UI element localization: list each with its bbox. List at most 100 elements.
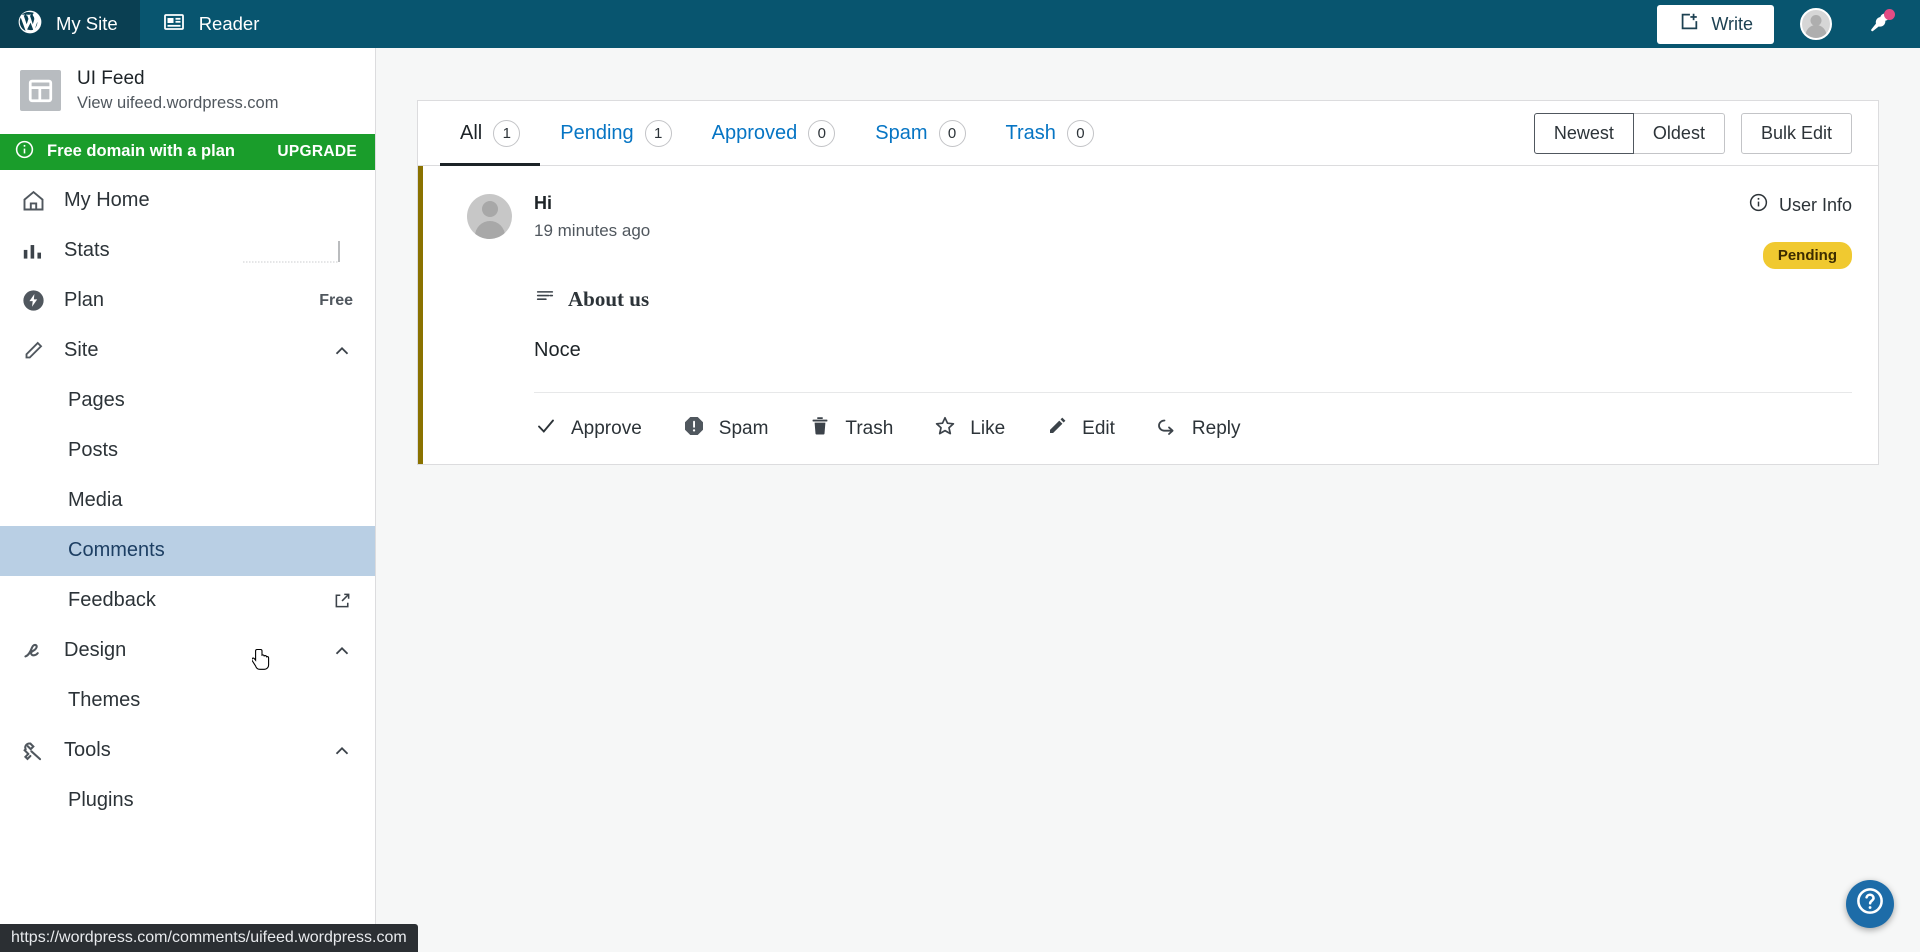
plan-bolt-icon <box>20 287 52 314</box>
sidebar: UI Feed View uifeed.wordpress.com Free d… <box>0 48 376 952</box>
sidebar-item-label: Site <box>64 339 99 362</box>
user-info-label: User Info <box>1778 194 1852 215</box>
approve-button[interactable]: Approve <box>534 414 642 444</box>
sidebar-nav: My Home Stats Plan Free Site Pages Posts… <box>0 170 375 826</box>
wordpress-logo-icon <box>17 9 43 40</box>
bulk-edit-button[interactable]: Bulk Edit <box>1740 112 1852 154</box>
tab-count: 0 <box>808 119 836 147</box>
sidebar-item-comments[interactable]: Comments <box>0 525 375 576</box>
spam-octagon-icon <box>682 414 706 444</box>
help-button[interactable] <box>1846 880 1894 928</box>
tab-label: Trash <box>1005 121 1056 144</box>
star-icon <box>933 414 957 444</box>
checkmark-icon <box>534 414 558 444</box>
sidebar-item-tools[interactable]: Tools <box>0 726 375 776</box>
sidebar-item-posts[interactable]: Posts <box>0 426 375 476</box>
chevron-up-icon[interactable] <box>331 740 353 762</box>
sidebar-item-themes[interactable]: Themes <box>0 676 375 726</box>
masterbar-my-site-button[interactable]: My Site <box>0 0 140 48</box>
tab-label: Spam <box>875 121 928 144</box>
stats-sparkline <box>243 238 353 264</box>
masterbar-spacer <box>281 0 1657 48</box>
stats-bars-icon <box>20 238 52 264</box>
sidebar-item-media[interactable]: Media <box>0 476 375 526</box>
site-layout-icon <box>20 69 61 111</box>
info-circle-icon <box>1748 192 1769 218</box>
sidebar-item-label: Plan <box>64 289 105 312</box>
comment-timestamp: 19 minutes ago <box>534 221 651 241</box>
sidebar-item-label: Design <box>64 639 127 662</box>
like-button[interactable]: Like <box>933 414 1005 444</box>
notifications-unread-dot <box>1884 9 1895 20</box>
upgrade-banner-cta[interactable]: UPGRADE <box>277 143 357 161</box>
masterbar-reader-button[interactable]: Reader <box>140 0 282 48</box>
chevron-up-icon[interactable] <box>331 640 353 662</box>
user-info-button[interactable]: User Info <box>1748 192 1852 218</box>
write-button[interactable]: Write <box>1657 4 1774 44</box>
pencil-icon <box>20 338 52 364</box>
edit-button[interactable]: Edit <box>1045 414 1115 444</box>
comment-card: Hi 19 minutes ago User Info Pending Abou… <box>418 166 1878 464</box>
sidebar-subitem-label: Media <box>68 489 123 512</box>
sidebar-subitem-label: Feedback <box>68 589 156 612</box>
comment-action-bar: Approve Spam Trash Like Edit Reply <box>534 392 1852 464</box>
avatar[interactable] <box>1800 8 1832 40</box>
sidebar-site-header[interactable]: UI Feed View uifeed.wordpress.com <box>0 48 375 134</box>
sidebar-item-label: Tools <box>64 739 111 762</box>
action-label: Edit <box>1082 417 1115 439</box>
comment-post-link[interactable]: About us <box>534 285 1852 313</box>
reader-icon <box>162 10 186 39</box>
upgrade-banner-text: Free domain with a plan <box>47 142 235 161</box>
tab-approved[interactable]: Approved 0 <box>692 101 856 166</box>
tab-count: 0 <box>938 119 966 147</box>
sort-newest-button[interactable]: Newest <box>1533 112 1634 154</box>
home-icon <box>20 187 52 214</box>
sidebar-item-feedback[interactable]: Feedback <box>0 576 375 626</box>
comment-author-block: Hi 19 minutes ago <box>534 192 650 241</box>
design-brush-icon <box>20 638 52 664</box>
sidebar-item-label: My Home <box>64 189 150 212</box>
tab-pending[interactable]: Pending 1 <box>540 101 691 166</box>
sidebar-subitem-label: Posts <box>68 439 119 462</box>
sidebar-item-site[interactable]: Site <box>0 326 375 376</box>
upgrade-banner[interactable]: Free domain with a plan UPGRADE <box>0 133 375 170</box>
tab-spam[interactable]: Spam 0 <box>855 101 985 166</box>
main-content: All 1 Pending 1 Approved 0 Spam 0 Trash … <box>376 48 1920 952</box>
write-button-label: Write <box>1711 13 1753 34</box>
trash-button[interactable]: Trash <box>808 414 893 444</box>
tab-all[interactable]: All 1 <box>440 101 541 166</box>
action-label: Approve <box>571 417 642 439</box>
tab-label: All <box>460 121 483 144</box>
status-badge: Pending <box>1762 242 1852 269</box>
comment-author-name: Hi <box>534 193 552 213</box>
comment-meta-block: User Info Pending <box>1748 192 1852 269</box>
notifications-bell-icon[interactable] <box>1866 9 1895 38</box>
action-label: Like <box>970 417 1006 439</box>
site-url-label: View uifeed.wordpress.com <box>77 93 279 112</box>
chevron-up-icon[interactable] <box>331 340 353 362</box>
sort-oldest-button[interactable]: Oldest <box>1633 112 1725 154</box>
spam-button[interactable]: Spam <box>682 414 768 444</box>
status-bar-url: https://wordpress.com/comments/uifeed.wo… <box>0 924 418 952</box>
reply-button[interactable]: Reply <box>1155 414 1241 444</box>
sidebar-item-plan[interactable]: Plan Free <box>0 276 375 326</box>
sidebar-item-plugins[interactable]: Plugins <box>0 776 375 826</box>
sidebar-item-design[interactable]: Design <box>0 626 375 676</box>
masterbar-reader-label: Reader <box>198 13 260 34</box>
sidebar-item-plan-value: Free <box>319 291 353 309</box>
sidebar-item-label: Stats <box>64 239 110 262</box>
comment-post-title: About us <box>568 286 650 311</box>
comment-body-text: Noce <box>534 339 581 361</box>
sidebar-item-stats[interactable]: Stats <box>0 226 375 276</box>
sidebar-item-my-home[interactable]: My Home <box>0 176 375 226</box>
sidebar-subitem-label: Plugins <box>68 789 134 812</box>
sidebar-subitem-label: Themes <box>68 689 141 712</box>
site-title: UI Feed <box>77 68 145 89</box>
sidebar-item-pages[interactable]: Pages <box>0 376 375 426</box>
sort-order-segmented-control: Newest Oldest <box>1533 112 1725 154</box>
action-label: Reply <box>1191 417 1241 439</box>
tab-trash[interactable]: Trash 0 <box>986 101 1114 166</box>
tab-count: 1 <box>493 119 521 147</box>
wrench-icon <box>20 738 52 764</box>
masterbar-my-site-label: My Site <box>56 13 118 34</box>
